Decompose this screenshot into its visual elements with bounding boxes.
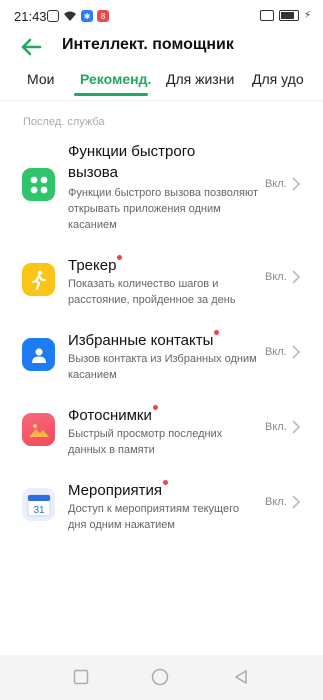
home-button[interactable]	[151, 668, 169, 686]
service-item-favorite-contacts[interactable]: Избранные контакты Вызов контакта из Изб…	[0, 330, 323, 385]
service-item-tracker[interactable]: Трекер Показать количество шагов и расст…	[0, 255, 323, 310]
status-bar: 21:43 ✱ 8 ⚡	[0, 0, 323, 34]
charging-icon: ⚡	[303, 10, 311, 21]
calendar-day-number: 31	[33, 505, 45, 516]
new-badge-dot	[117, 255, 123, 260]
service-status: Вкл.	[265, 178, 287, 190]
service-status: Вкл.	[265, 496, 287, 508]
bluetooth-notification-icon: ✱	[81, 10, 93, 22]
calendar-icon: 31	[22, 488, 55, 521]
chevron-right-icon	[292, 270, 301, 284]
service-title: Трекер	[68, 255, 238, 276]
tab-bar: Мои Рекоменд. Для жизни Для удо	[0, 66, 323, 101]
service-item-photos[interactable]: Фотоснимки Быстрый просмотр последних да…	[0, 405, 323, 460]
service-description: Вызов контакта из Избранных одним касани…	[68, 353, 257, 381]
photo-icon	[22, 413, 55, 446]
status-time: 21:43	[14, 9, 47, 24]
section-label: Послед. служба	[23, 116, 105, 128]
tab-recommended[interactable]: Рекоменд.	[80, 71, 151, 87]
new-badge-dot	[163, 480, 169, 485]
recent-apps-button[interactable]	[73, 669, 89, 685]
new-badge-dot	[214, 330, 220, 335]
service-description: Быстрый просмотр последних данных в памя…	[68, 428, 223, 456]
system-navigation-bar	[0, 655, 323, 700]
app-notification-icon: 8	[97, 10, 109, 22]
service-title: Функции быстрого вызова	[68, 143, 196, 181]
tab-convenience[interactable]: Для удо	[252, 71, 304, 87]
service-status: Вкл.	[265, 421, 287, 433]
runner-icon	[22, 263, 55, 296]
page-title: Интеллект. помощник	[62, 36, 234, 53]
contact-icon	[22, 338, 55, 371]
quick-launch-icon	[22, 168, 55, 201]
service-item-events[interactable]: 31 Мероприятия Доступ к мероприятиям тек…	[0, 480, 323, 535]
tab-for-life[interactable]: Для жизни	[166, 71, 234, 87]
service-description: Функции быстрого вызова позволяют открыв…	[68, 187, 259, 231]
app-header: Интеллект. помощник	[0, 30, 323, 64]
wifi-icon	[64, 11, 76, 21]
service-title: Фотоснимки	[68, 405, 238, 426]
service-title: Мероприятия	[68, 480, 238, 501]
service-description: Доступ к мероприятиям текущего дня одним…	[68, 503, 239, 531]
chevron-right-icon	[292, 495, 301, 509]
back-arrow-icon[interactable]	[18, 34, 44, 60]
service-status: Вкл.	[265, 271, 287, 283]
chevron-right-icon	[292, 420, 301, 434]
chevron-right-icon	[292, 345, 301, 359]
service-description: Показать количество шагов и расстояние, …	[68, 278, 236, 306]
back-nav-button[interactable]	[233, 669, 249, 685]
new-badge-dot	[152, 405, 158, 410]
active-tab-indicator	[74, 93, 148, 96]
gallery-notification-icon	[47, 10, 59, 22]
vibrate-icon	[259, 10, 274, 21]
battery-icon	[278, 10, 299, 21]
service-status: Вкл.	[265, 346, 287, 358]
service-item-quick-launch[interactable]: Функции быстрого вызова Функции быстрого…	[0, 141, 323, 235]
tab-mine[interactable]: Мои	[27, 71, 54, 87]
chevron-right-icon	[292, 177, 301, 191]
service-title: Избранные контакты	[68, 330, 238, 351]
